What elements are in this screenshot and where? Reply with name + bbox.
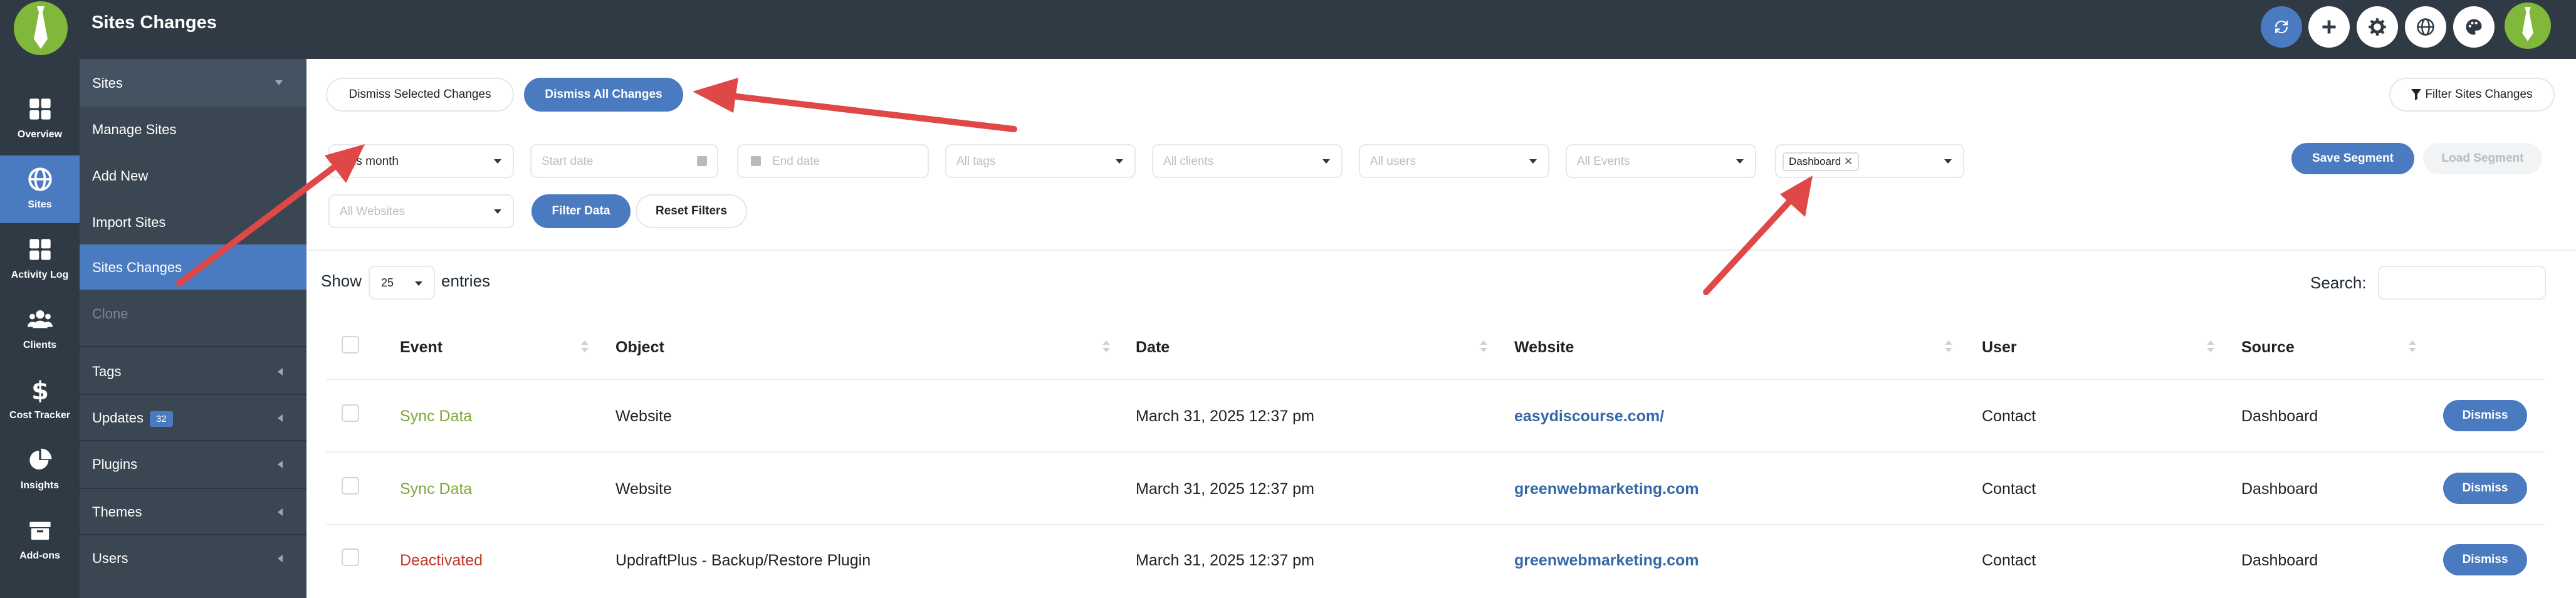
- annotation-arrow-date-range: [176, 160, 343, 286]
- annotation-arrow-dismiss-all: [723, 92, 1017, 132]
- annotation-arrows: [176, 78, 1813, 295]
- annotation-arrow-source-tag: [1703, 194, 1797, 295]
